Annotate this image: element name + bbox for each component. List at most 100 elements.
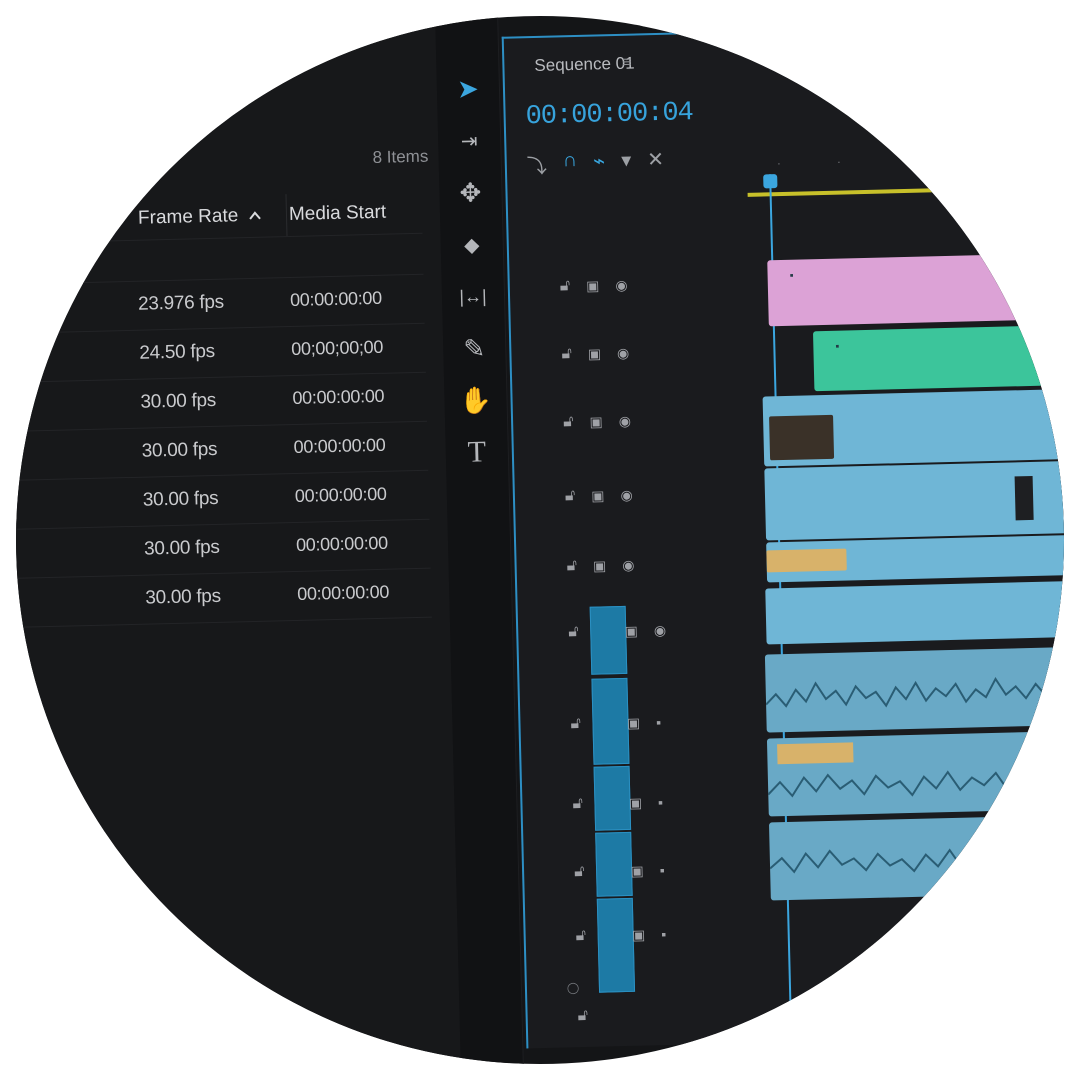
audio-clip[interactable] <box>764 646 1064 733</box>
lock-icon[interactable]: 🔓︎ <box>568 623 579 641</box>
media-start-cell: 00:00:00:00 <box>297 581 390 604</box>
mute-icon[interactable]: ▣ <box>627 714 641 731</box>
solo-icon[interactable]: ▪ <box>656 714 661 730</box>
screen-photo: 8 Items Frame Rate Media Start 23.976 fp… <box>16 16 1064 1064</box>
video-clip[interactable] <box>765 580 1064 645</box>
razor-icon[interactable]: ◆ <box>456 229 487 260</box>
frame-rate-cell: 30.00 fps <box>145 585 222 609</box>
eye-icon[interactable]: ◉ <box>615 276 628 293</box>
lock-icon[interactable]: 🔓︎ <box>575 927 586 945</box>
audio-clip[interactable] <box>768 814 1064 901</box>
track-header-v2: 🔓︎ ▣ ◉ <box>566 556 634 576</box>
video-clip[interactable] <box>762 388 1064 467</box>
frame-rate-cell: 24.50 fps <box>139 340 216 364</box>
project-list: 23.976 fps 00:00:00:00 24.50 fps 00;00;0… <box>16 232 432 629</box>
track-header-master: 🔓︎ <box>577 1007 588 1025</box>
timeline-toolbar: ⤵ ∩ ⌁ ▾ ✕ <box>526 147 665 179</box>
lock-icon[interactable]: 🔓︎ <box>565 487 576 505</box>
lock-icon[interactable]: 🔓︎ <box>570 715 581 733</box>
frame-rate-cell: 30.00 fps <box>140 389 217 413</box>
frame-rate-cell: 30.00 fps <box>141 438 218 462</box>
toggle-output-icon[interactable]: ▣ <box>588 345 602 362</box>
track-header-a4: 🔓︎ ▣ ▪ <box>575 925 666 945</box>
mute-icon[interactable]: ▣ <box>630 862 644 879</box>
tab-sequence[interactable]: Sequence 01 <box>534 54 635 76</box>
type-icon[interactable]: T <box>461 435 492 468</box>
eye-icon[interactable]: ◉ <box>617 344 630 361</box>
marker-icon[interactable]: ▾ <box>621 148 632 177</box>
audio-clip[interactable] <box>766 730 1064 817</box>
track-header-a3: 🔓︎ ▣ ▪ <box>574 861 665 881</box>
mute-icon[interactable]: ▣ <box>629 794 643 811</box>
track-area: ▪ ▪ <box>744 25 1064 1043</box>
lock-icon[interactable]: 🔓︎ <box>574 863 585 881</box>
lock-icon[interactable]: 🔓︎ <box>572 795 583 813</box>
panel-menu-icon[interactable]: ≡ <box>622 54 631 71</box>
track-header-v1: 🔓︎ ▣ ◉ <box>568 621 666 641</box>
toggle-output-icon[interactable]: ▣ <box>624 622 638 639</box>
clip-label-tag <box>766 548 847 573</box>
project-panel: 8 Items Frame Rate Media Start 23.976 fp… <box>16 18 461 1064</box>
track-headers: 🔓︎ ▣ ◉ 🔓︎ ▣ ◉ 🔓︎ ▣ ◉ 🔓︎ ▣ ◉ 🔓︎ ▣ ◉ 🔓︎ ▣ … <box>509 243 749 1024</box>
track-header-a1: 🔓︎ ▣ ▪ <box>570 713 661 733</box>
graphic-clip-green[interactable]: ▪ <box>812 324 1064 392</box>
audio-waveform <box>767 766 1064 798</box>
settings-icon[interactable]: ✕ <box>647 147 664 176</box>
audio-waveform <box>769 844 1064 874</box>
pen-icon[interactable]: ✎ <box>459 333 490 364</box>
track-header-a2: 🔓︎ ▣ ▪ <box>572 793 663 813</box>
clip-fx-icon: ▪ <box>789 269 794 282</box>
track-target-button[interactable] <box>596 897 636 993</box>
snap-icon[interactable]: ∩ <box>562 149 577 178</box>
mute-icon[interactable]: ▣ <box>632 926 646 943</box>
track-header-v3: 🔓︎ ▣ ◉ <box>565 486 633 506</box>
eye-icon[interactable]: ◉ <box>654 621 667 638</box>
zoom-scrollbar[interactable]: ◯ <box>567 981 580 994</box>
lock-icon[interactable]: 🔓︎ <box>561 345 572 363</box>
lock-icon[interactable]: 🔓︎ <box>577 1007 588 1025</box>
eye-icon[interactable]: ◉ <box>620 486 633 503</box>
solo-icon[interactable]: ▪ <box>661 926 666 942</box>
lock-icon[interactable]: 🔓︎ <box>566 557 577 575</box>
toggle-output-icon[interactable]: ▣ <box>593 557 607 574</box>
media-start-cell: 00:00:00:00 <box>292 385 385 409</box>
timeline-panel: Sequence 01 ≡ 00:00:00:04 ⤵ ∩ ⌁ ▾ ✕ · · … <box>501 23 1064 1049</box>
media-start-cell: 00:00:00:00 <box>289 287 383 311</box>
media-start-cell: 00:00:00:00 <box>295 532 389 555</box>
eye-icon[interactable]: ◉ <box>619 412 632 429</box>
media-start-header-label: Media Start <box>288 201 387 226</box>
toggle-output-icon[interactable]: ▣ <box>591 487 605 504</box>
frame-rate-cell: 30.00 fps <box>142 487 219 511</box>
selection-arrow-icon[interactable]: ➤ <box>453 73 484 104</box>
media-start-cell: 00:00:00:00 <box>293 434 386 457</box>
lock-icon[interactable]: 🔓︎ <box>560 277 571 295</box>
track-header-v4: 🔓︎ ▣ ◉ <box>563 412 631 432</box>
column-header-media-start[interactable]: Media Start <box>285 190 430 237</box>
eye-icon[interactable]: ◉ <box>622 556 635 573</box>
clip-fx-icon: ▪ <box>835 340 840 353</box>
nest-icon[interactable]: ⤵ <box>526 150 548 179</box>
lock-icon[interactable]: 🔓︎ <box>563 413 574 431</box>
track-select-icon[interactable]: ⇥ <box>454 125 485 156</box>
solo-icon[interactable]: ▪ <box>660 862 665 878</box>
toggle-output-icon[interactable]: ▣ <box>586 277 600 294</box>
toggle-output-icon[interactable]: ▣ <box>589 413 603 430</box>
frame-rate-cell: 23.976 fps <box>137 291 225 315</box>
linked-selection-icon[interactable]: ⌁ <box>593 148 606 177</box>
media-start-cell: 00;00;00;00 <box>291 336 384 360</box>
graphic-clip-pink[interactable]: ▪ <box>767 252 1064 327</box>
column-header-frame-rate[interactable]: Frame Rate <box>138 194 279 239</box>
solo-icon[interactable]: ▪ <box>658 794 663 810</box>
clip-thumbnail <box>769 414 835 461</box>
clip-gap <box>1014 475 1034 521</box>
slip-icon[interactable]: |↔| <box>458 281 489 312</box>
track-header-v5: 🔓︎ ▣ ◉ <box>561 344 629 364</box>
sort-ascending-icon <box>249 211 262 220</box>
media-start-cell: 00:00:00:00 <box>294 483 387 506</box>
ripple-edit-icon[interactable]: ✥ <box>455 177 486 208</box>
item-count: 8 Items <box>372 146 429 167</box>
video-clip[interactable] <box>764 460 1064 541</box>
playhead-timecode[interactable]: 00:00:00:04 <box>525 98 693 132</box>
hand-icon[interactable]: ✋ <box>459 385 492 416</box>
video-clip[interactable] <box>766 534 1064 583</box>
